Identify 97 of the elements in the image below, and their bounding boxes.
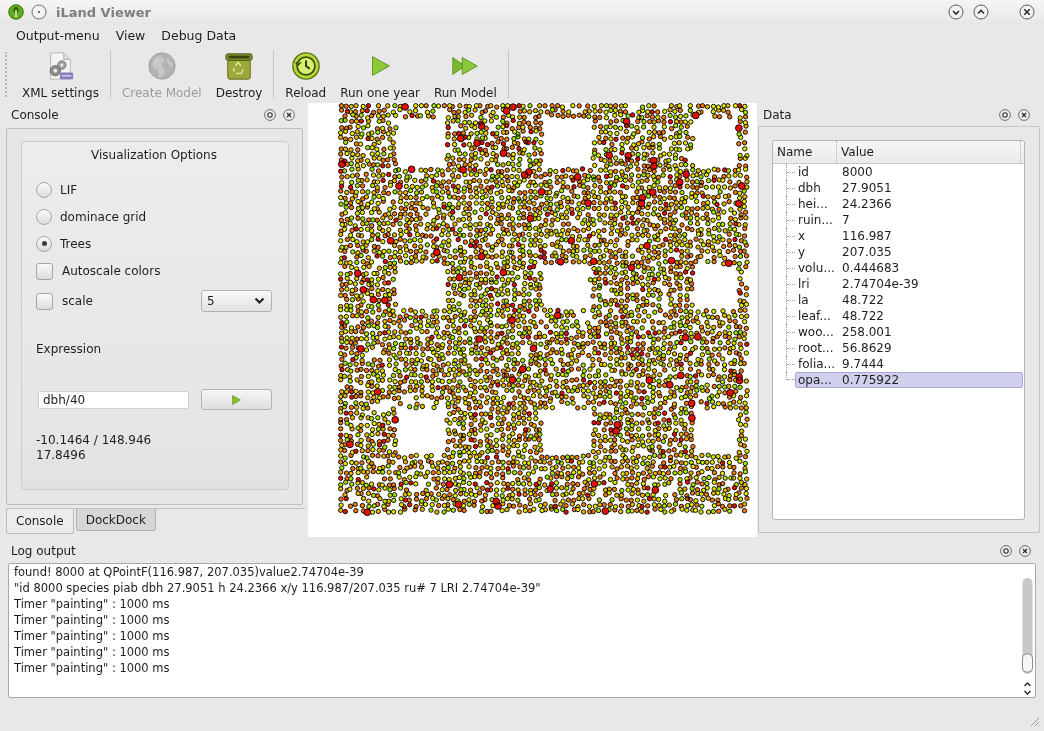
value-cell: 0.444683 <box>842 261 900 275</box>
group-title: Visualization Options <box>90 147 218 164</box>
circle-dot-icon[interactable] <box>31 4 47 20</box>
window-title: iLand Viewer <box>56 4 151 20</box>
tree-row[interactable]: y 207.035 <box>795 244 1023 260</box>
log-line: "id 8000 species piab dbh 27.9051 h 24.2366 x/y 116.987/207.035 ru# 7 LRI 2.74704e-39" <box>14 580 541 596</box>
tree-row[interactable]: lri 2.74704e-39 <box>795 276 1023 292</box>
column-header[interactable]: Value <box>837 141 1021 163</box>
tree-row[interactable]: folia... 9.7444 <box>795 356 1023 372</box>
value-cell: 0.775922 <box>842 373 900 387</box>
maximize-icon[interactable] <box>973 4 989 20</box>
toolbar-button[interactable]: XML settings <box>15 46 106 103</box>
name-cell-text: leaf... <box>797 309 832 323</box>
recycle-bin-icon <box>224 51 254 81</box>
value-cell: 24.2366 <box>842 197 892 211</box>
tree-row[interactable]: dbh 27.9051 <box>795 180 1023 196</box>
checkbox[interactable] <box>36 262 53 280</box>
value-cell: 48.722 <box>842 293 884 307</box>
menu-item[interactable]: View <box>107 25 154 45</box>
log-line: Timer "painting" : 1000 ms <box>14 612 170 628</box>
dock-title: Console <box>11 107 60 122</box>
toolbar-button[interactable]: Reload <box>278 46 334 103</box>
name-cell-text: woo... <box>797 325 835 339</box>
log-line: Timer "painting" : 1000 ms <box>14 596 170 612</box>
tree-row[interactable]: opa... 0.775922 <box>795 372 1023 388</box>
result-text: -10.1464 / 148.946 <box>36 433 152 448</box>
minimize-icon[interactable] <box>948 4 964 20</box>
float-icon[interactable] <box>264 108 276 121</box>
column-header[interactable]: Name <box>773 141 837 163</box>
tree-row[interactable]: root... 56.8629 <box>795 340 1023 356</box>
globe-icon <box>146 51 177 81</box>
tree-row[interactable]: woo... 258.001 <box>795 324 1023 340</box>
name-cell-text: id <box>797 165 810 179</box>
name-cell-text: opa... <box>797 373 833 387</box>
value-cell: 8000 <box>842 165 873 179</box>
name-cell-text: lri <box>797 277 811 291</box>
dock-title: Log output <box>11 543 77 558</box>
radio-button[interactable] <box>36 181 52 198</box>
dock-tab[interactable]: DockDock <box>75 509 156 531</box>
value-cell: 116.987 <box>842 229 892 243</box>
name-cell-text: root... <box>797 341 835 355</box>
log-line: found! 8000 at QPointF(116.987, 207.035)value2.74704e-39 <box>14 564 364 580</box>
name-cell-text: dbh <box>797 181 822 195</box>
checkbox[interactable] <box>36 292 53 310</box>
option-label: Trees <box>60 236 92 251</box>
radio-button[interactable] <box>36 235 52 252</box>
option-label: dominace grid <box>60 209 147 224</box>
toolbar-button[interactable]: Destroy <box>208 46 270 103</box>
name-cell-text: x <box>797 229 807 243</box>
value-cell: 48.722 <box>842 309 884 323</box>
close-icon[interactable] <box>1019 4 1035 20</box>
name-cell-text: la <box>797 293 810 307</box>
option-label: scale <box>62 294 93 308</box>
float-icon[interactable] <box>999 108 1011 121</box>
expression-field[interactable]: dbh/40 <box>38 390 189 409</box>
chevron-down-icon <box>254 297 265 305</box>
menu-item[interactable]: Debug Data <box>153 25 245 45</box>
dock-tab[interactable]: Console <box>6 509 74 534</box>
log-line: Timer "painting" : 1000 ms <box>14 644 170 660</box>
play-icon <box>232 394 241 405</box>
value-cell: 2.74704e-39 <box>842 277 919 291</box>
dock-title: Data <box>763 107 793 122</box>
option-label: Autoscale colors <box>62 264 161 278</box>
log-line: Timer "painting" : 1000 ms <box>14 660 170 676</box>
float-icon[interactable] <box>1000 544 1012 557</box>
tree-row[interactable]: ruin... 7 <box>795 212 1023 228</box>
tree-row[interactable]: id 8000 <box>795 164 1023 180</box>
tree-row[interactable]: x 116.987 <box>795 228 1023 244</box>
name-cell-text: folia... <box>797 357 837 371</box>
size-grip-icon[interactable] <box>1028 715 1040 727</box>
tree-row[interactable]: volu... 0.444683 <box>795 260 1023 276</box>
value-cell: 9.7444 <box>842 357 884 371</box>
tree-row[interactable]: la 48.722 <box>795 292 1023 308</box>
scale-dropdown[interactable]: 5 <box>201 290 272 312</box>
toolbar-button[interactable]: Run Model <box>426 46 504 103</box>
value-cell: 56.8629 <box>842 341 892 355</box>
name-cell-text: hei... <box>797 197 829 211</box>
menu-item[interactable]: Output-menu <box>8 25 108 45</box>
close-icon[interactable] <box>1019 544 1031 557</box>
name-cell-text: ruin... <box>797 213 834 227</box>
name-cell-text: volu... <box>797 261 836 275</box>
option-label: LIF <box>60 182 78 197</box>
value-cell: 27.9051 <box>842 181 892 195</box>
close-icon[interactable] <box>1018 108 1030 121</box>
app-icon[interactable] <box>8 4 24 20</box>
tree-row[interactable]: leaf... 48.722 <box>795 308 1023 324</box>
close-icon[interactable] <box>283 108 295 121</box>
value-cell: 207.035 <box>842 245 892 259</box>
toolbar-button[interactable]: Run one year <box>333 46 427 103</box>
tree-row[interactable]: hei... 24.2366 <box>795 196 1023 212</box>
value-cell: 7 <box>842 213 850 227</box>
name-cell-text: y <box>797 245 807 259</box>
value-cell: 258.001 <box>842 325 892 339</box>
log-line: Timer "painting" : 1000 ms <box>14 628 170 644</box>
expression-label: Expression <box>36 341 102 358</box>
result-text: 17.8496 <box>36 448 86 463</box>
radio-button[interactable] <box>36 208 52 225</box>
